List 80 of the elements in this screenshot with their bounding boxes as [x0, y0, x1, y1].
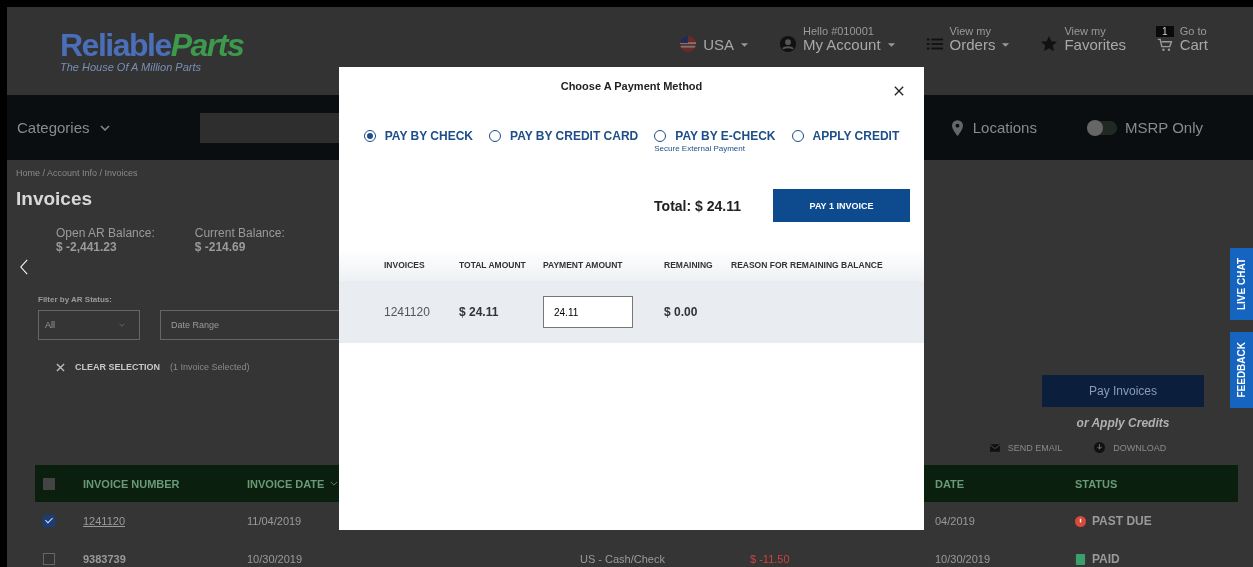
greeting-text: Hello #010001: [803, 24, 874, 37]
breadcrumb: Home / Account Info / Invoices: [16, 168, 138, 178]
payment-method-option[interactable]: PAY BY CHECK: [384, 129, 473, 143]
star-icon[interactable]: [1040, 35, 1059, 54]
logo-accent-text[interactable]: Parts: [170, 27, 244, 63]
cart-count-badge: 1: [1156, 26, 1174, 38]
status-dropdown[interactable]: All: [38, 310, 140, 340]
caret-icon[interactable]: [886, 42, 896, 49]
payment-method-option[interactable]: APPLY CREDIT: [812, 129, 900, 143]
row-checkbox[interactable]: [43, 515, 55, 527]
column-header[interactable]: STATUS: [1075, 477, 1118, 490]
status-label: PAID: [1092, 552, 1120, 566]
send-email-link[interactable]: SEND EMAIL: [1007, 442, 1063, 453]
selection-count: (1 Invoice Selected): [170, 362, 250, 372]
favorites-caption: View my: [1064, 24, 1106, 37]
column-header: REMAINING: [664, 260, 714, 270]
total-amount: Total: $ 24.11: [654, 197, 741, 214]
column-header: INVOICES: [384, 260, 426, 270]
balance-value: $ -214.69: [194, 240, 247, 254]
orders-caption: View my: [949, 24, 991, 37]
apply-credits-link[interactable]: or Apply Credits: [1076, 416, 1170, 430]
flag-icon[interactable]: [679, 35, 698, 54]
column-header: PAYMENT AMOUNT: [543, 260, 624, 270]
download-icon[interactable]: [1094, 442, 1106, 453]
column-header[interactable]: INVOICE DATE: [247, 477, 325, 490]
sort-caret-icon[interactable]: [330, 481, 339, 486]
table-cell: 10/30/2019: [935, 553, 991, 565]
modal-title: Choose A Payment Method: [560, 80, 703, 92]
caret-icon[interactable]: [1001, 42, 1011, 49]
user-icon[interactable]: [779, 35, 797, 54]
feedback-tab[interactable]: FEEDBACK: [1230, 332, 1253, 408]
msrp-label: MSRP Only: [1124, 119, 1203, 136]
live-chat-tab[interactable]: LIVE CHAT: [1230, 248, 1253, 321]
column-header[interactable]: INVOICE NUMBER: [83, 477, 180, 490]
clear-selection-link[interactable]: CLEAR SELECTION: [75, 362, 160, 372]
invoice-number-link[interactable]: 1241120: [83, 515, 125, 527]
table-cell-text: $ 24.11: [459, 305, 500, 319]
msrp-toggle[interactable]: [1086, 120, 1117, 135]
balance-label: Open AR Balance:: [56, 226, 155, 240]
cart-link[interactable]: Cart: [1179, 36, 1208, 54]
categories-menu[interactable]: Categories: [17, 119, 90, 136]
column-header[interactable]: DATE: [935, 477, 965, 490]
close-icon[interactable]: [56, 362, 65, 372]
table-cell: $ -11.50: [750, 553, 790, 565]
country-selector[interactable]: USA: [703, 36, 734, 54]
payment-amount-field[interactable]: 24.11: [543, 296, 633, 328]
locations-link[interactable]: Locations: [972, 119, 1037, 136]
close-icon[interactable]: [894, 86, 904, 96]
column-header: TOTAL AMOUNT: [459, 260, 527, 270]
caret-icon[interactable]: [740, 42, 749, 49]
chevron-down-icon[interactable]: [99, 124, 110, 131]
filter-label: Filter by AR Status:: [38, 295, 112, 304]
invoice-number-link[interactable]: 9383739: [83, 553, 126, 565]
balance-label: Current Balance:: [194, 226, 285, 240]
payment-method-option[interactable]: PAY BY CREDIT CARD: [510, 129, 639, 143]
table-cell: 04/2019: [935, 515, 975, 527]
page-title: Invoices: [16, 188, 93, 210]
status-label: PAST DUE: [1092, 514, 1152, 528]
cart-icon[interactable]: [1156, 37, 1173, 54]
method-note: Secure External Payment: [654, 144, 746, 153]
pay-invoices-button[interactable]: Pay Invoices: [1042, 375, 1204, 407]
favorites-link[interactable]: Favorites: [1064, 36, 1127, 54]
balance-value: $ -2,441.23: [56, 240, 118, 254]
download-link[interactable]: DOWNLOAD: [1113, 442, 1167, 453]
logo-tagline: The House Of A Million Parts: [60, 61, 202, 73]
location-pin-icon[interactable]: [951, 119, 963, 136]
select-all-checkbox[interactable]: [43, 477, 55, 490]
table-cell-text: 1241120: [384, 305, 431, 319]
chevron-left-icon[interactable]: [20, 259, 28, 275]
account-link[interactable]: My Account: [803, 36, 881, 54]
orders-link[interactable]: Orders: [949, 36, 996, 54]
table-cell: US - Cash/Check: [580, 553, 665, 565]
table-cell-text: $ 0.00: [664, 305, 699, 319]
column-header: REASON FOR REMAINING BALANCE: [731, 260, 884, 270]
row-checkbox[interactable]: [43, 553, 55, 565]
table-cell: 11/04/2019: [247, 515, 302, 527]
table-cell: 10/30/2019: [247, 553, 303, 565]
cart-caption: Go to: [1179, 24, 1207, 37]
pay-invoice-button[interactable]: PAY 1 INVOICE: [773, 189, 910, 222]
payment-method-option[interactable]: PAY BY E-CHECK: [675, 129, 776, 143]
